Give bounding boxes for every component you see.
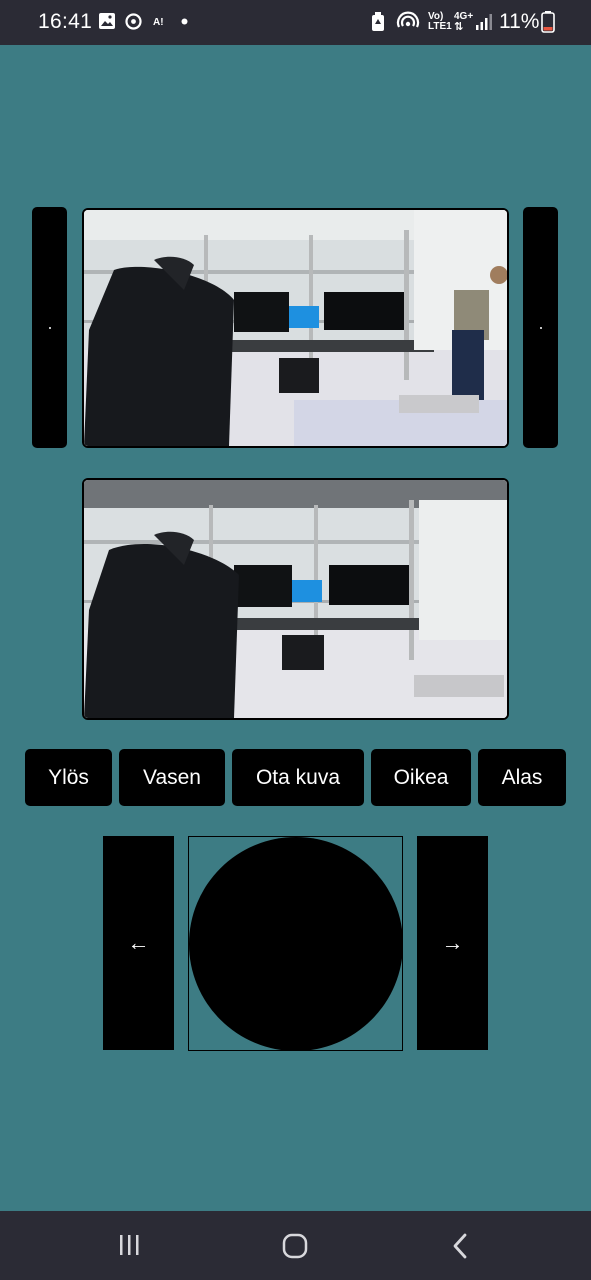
battery-percent: 11% <box>499 10 540 33</box>
right-button[interactable]: Oikea <box>371 749 471 806</box>
network-volte-label: Vo) LTE1 <box>428 11 452 32</box>
home-icon[interactable] <box>282 1233 308 1259</box>
up-button[interactable]: Ylös <box>25 749 112 806</box>
left-arrow-icon: ← <box>127 930 150 955</box>
joystick-area[interactable] <box>188 836 403 1051</box>
status-time: 16:41 <box>38 10 93 33</box>
camera-image-top <box>84 210 507 446</box>
hotspot-icon <box>396 11 420 28</box>
joystick-left-button[interactable]: ← <box>103 836 174 1050</box>
joystick-right-button[interactable]: → <box>417 836 488 1050</box>
ai-icon: A! <box>153 17 164 28</box>
handle-dot-icon <box>48 326 51 329</box>
joystick-knob[interactable] <box>189 837 403 1051</box>
down-button[interactable]: Alas <box>478 749 566 806</box>
dot-icon <box>181 18 188 25</box>
svg-text:A!: A! <box>153 17 164 28</box>
status-bar: 16:41 A! Vo) LTE1 4G+ ⇅ 11% <box>0 0 591 45</box>
gallery-icon <box>99 13 115 29</box>
handle-dot-icon <box>539 326 542 329</box>
battery-icon <box>541 11 555 33</box>
navigation-bar <box>0 1211 591 1280</box>
signal-icon <box>476 14 492 30</box>
capture-button[interactable]: Ota kuva <box>232 749 364 806</box>
right-arrow-icon: → <box>441 930 464 955</box>
camera-left-handle[interactable] <box>32 207 67 448</box>
camera-feed-bottom <box>82 478 509 720</box>
camera-image-bottom <box>84 480 507 718</box>
recent-apps-icon[interactable] <box>117 1233 141 1257</box>
camera-feed-top <box>82 208 509 448</box>
left-button[interactable]: Vasen <box>119 749 225 806</box>
network-4g-label: 4G+ ⇅ <box>454 11 474 33</box>
battery-saver-icon <box>372 12 384 31</box>
back-icon[interactable] <box>450 1233 470 1259</box>
camera-right-handle[interactable] <box>523 207 558 448</box>
sync-icon <box>125 13 142 30</box>
